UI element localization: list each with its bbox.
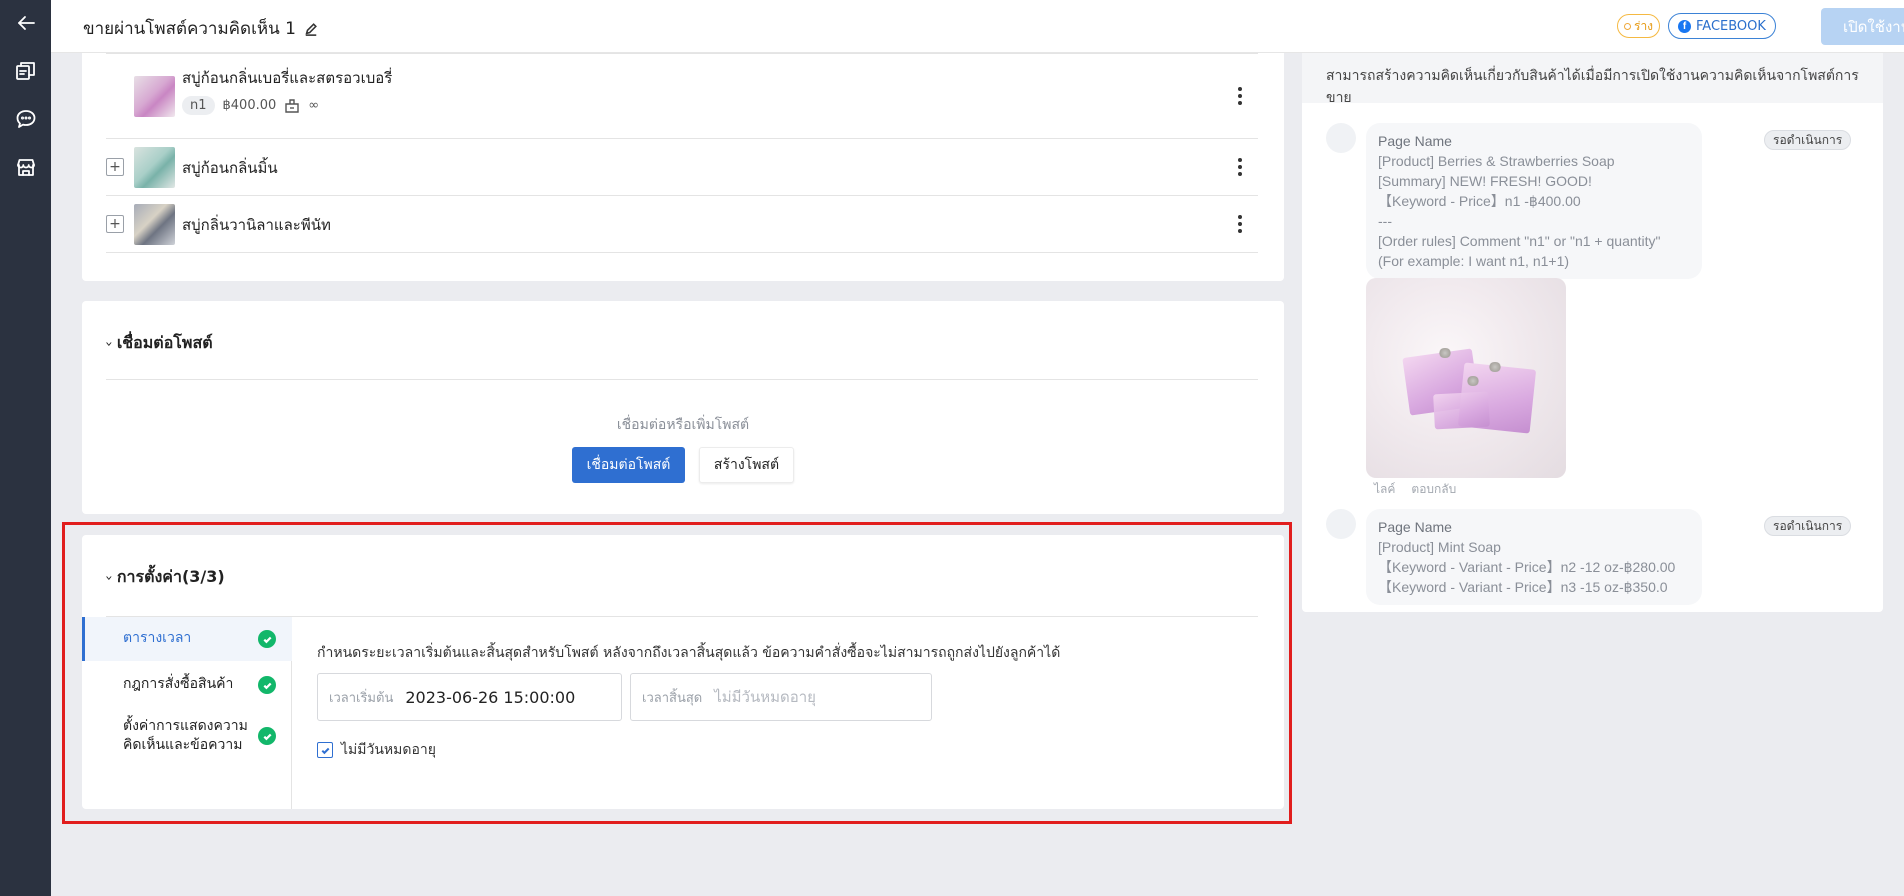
product-row[interactable]: สบู่ก้อนกลิ่นเบอรี่และสตรอวเบอรี่ n1 ฿40… <box>106 54 1258 139</box>
like-link[interactable]: ไลค์ <box>1374 480 1395 499</box>
reply-link[interactable]: ตอบกลับ <box>1411 480 1456 499</box>
soap-shape <box>1433 391 1490 430</box>
status-text: ร่าง <box>1634 18 1654 33</box>
connect-post-button[interactable]: เชื่อมต่อโพสต์ <box>572 447 685 483</box>
comment-line: --- <box>1378 213 1392 229</box>
connect-section-header[interactable]: ‹ เชื่อมต่อโพสต์ <box>101 331 213 356</box>
product-name: สบู่ก้อนกลิ่นเบอรี่และสตรอวเบอรี่ <box>182 69 393 87</box>
page-title: ขายผ่านโพสต์ความคิดเห็น 1 <box>83 15 318 42</box>
facebook-icon: f <box>1678 19 1691 33</box>
product-row[interactable]: + สบู่ก้อนกลิ่นมิ้น <box>106 139 1258 196</box>
avatar <box>1326 123 1356 153</box>
product-thumbnail <box>134 147 175 188</box>
product-photo <box>1366 278 1566 478</box>
platform-badge: f FACEBOOK <box>1668 13 1776 39</box>
comment-line: [Summary] NEW! FRESH! GOOD! <box>1378 173 1592 189</box>
comment-preview-panel: สามารถสร้างความคิดเห็นเกี่ยวกับสินค้าได้… <box>1302 53 1883 612</box>
stock-icon <box>285 98 299 113</box>
highlight-box <box>62 522 1292 824</box>
connect-section-title: เชื่อมต่อโพสต์ <box>116 333 213 352</box>
divider <box>106 379 1258 380</box>
product-list-card: สบู่ก้อนกลิ่นเบอรี่และสตรอวเบอรี่ n1 ฿40… <box>82 53 1284 281</box>
more-options-icon[interactable] <box>1234 214 1246 234</box>
pending-badge: รอดำเนินการ <box>1764 130 1852 150</box>
avatar <box>1326 509 1356 539</box>
post-icon[interactable] <box>10 55 42 87</box>
comment-author: Page Name <box>1378 133 1452 149</box>
comment-bubble: Page Name [Product] Mint Soap 【Keyword -… <box>1366 509 1702 605</box>
expand-plus-icon[interactable]: + <box>106 215 124 233</box>
left-sidebar <box>0 0 51 896</box>
more-options-icon[interactable] <box>1234 157 1246 177</box>
comment-line: [Product] Berries & Strawberries Soap <box>1378 153 1615 169</box>
comment-line: [Order rules] Comment "n1" or "n1 + quan… <box>1378 233 1661 249</box>
connect-post-card: ‹ เชื่อมต่อโพสต์ เชื่อมต่อหรือเพิ่มโพสต์… <box>82 301 1284 514</box>
pencil-icon[interactable] <box>304 22 318 36</box>
product-name: สบู่กลิ่นวานิลาและพีนัท <box>182 216 331 234</box>
product-row[interactable]: + สบู่กลิ่นวานิลาและพีนัท <box>106 196 1258 253</box>
flower-shape <box>1488 362 1502 372</box>
keyword-tag: n1 <box>182 96 215 115</box>
preview-notice: สามารถสร้างความคิดเห็นเกี่ยวกับสินค้าได้… <box>1302 53 1883 106</box>
comment-line: 【Keyword - Price】n1 -฿400.00 <box>1378 193 1581 209</box>
status-dot-icon <box>1624 22 1631 30</box>
product-meta: n1 ฿400.00 ∞ <box>182 96 319 115</box>
comment-line: 【Keyword - Variant - Price】n3 -15 oz-฿35… <box>1378 579 1668 595</box>
more-options-icon[interactable] <box>1234 86 1246 106</box>
product-thumbnail <box>134 76 175 117</box>
top-bar: ขายผ่านโพสต์ความคิดเห็น 1 ร่าง f FACEBOO… <box>51 0 1904 53</box>
comment-line: [Product] Mint Soap <box>1378 539 1501 555</box>
comment-actions: ไลค์ ตอบกลับ <box>1374 480 1456 499</box>
enable-button[interactable]: เปิดใช้งาน <box>1821 8 1904 45</box>
comment-line: 【Keyword - Variant - Price】n2 -12 oz-฿28… <box>1378 559 1676 575</box>
shop-icon[interactable] <box>10 151 42 183</box>
product-stock: ∞ <box>308 98 320 113</box>
status-badge: ร่าง <box>1617 14 1661 38</box>
create-post-button[interactable]: สร้างโพสต์ <box>699 447 794 483</box>
flower-shape <box>1466 376 1480 386</box>
flower-shape <box>1438 348 1452 358</box>
back-arrow-icon[interactable] <box>10 7 42 39</box>
product-thumbnail <box>134 204 175 245</box>
chat-icon[interactable] <box>10 103 42 135</box>
comment-bubble: Page Name [Product] Berries & Strawberri… <box>1366 123 1702 279</box>
product-name: สบู่ก้อนกลิ่นมิ้น <box>182 159 278 177</box>
chevron-up-icon: ‹ <box>101 340 116 347</box>
connect-hint: เชื่อมต่อหรือเพิ่มโพสต์ <box>616 417 750 433</box>
comment-author: Page Name <box>1378 519 1452 535</box>
page-title-text: ขายผ่านโพสต์ความคิดเห็น 1 <box>83 19 296 39</box>
comment-line: (For example: I want n1, n1+1) <box>1378 253 1570 269</box>
platform-text: FACEBOOK <box>1696 18 1766 34</box>
expand-plus-icon[interactable]: + <box>106 158 124 176</box>
pending-badge: รอดำเนินการ <box>1764 516 1852 536</box>
product-price: ฿400.00 <box>222 98 277 113</box>
